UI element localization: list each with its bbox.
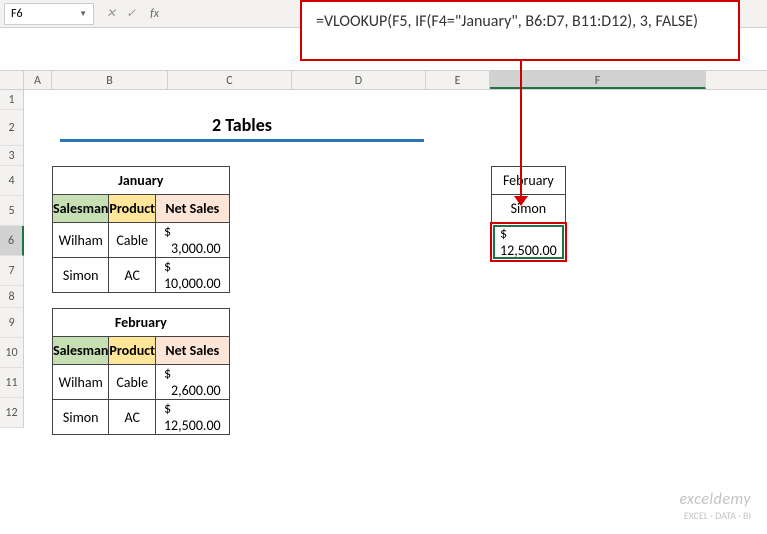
cell-salesman[interactable]: Simon	[53, 400, 109, 435]
cell-netsales[interactable]: $3,000.00	[155, 223, 229, 258]
row-header-5[interactable]: 5	[0, 196, 24, 226]
col-salesman: Salesman	[53, 195, 109, 223]
chevron-down-icon[interactable]: ▼	[79, 9, 87, 19]
cell-product[interactable]: AC	[109, 400, 156, 435]
row-headers: 123456789101112	[0, 90, 24, 428]
cell-netsales[interactable]: $2,600.00	[155, 365, 229, 400]
lookup-panel: February Simon $12,500.00	[490, 166, 567, 262]
cell-product[interactable]: Cable	[109, 223, 156, 258]
name-box[interactable]: F6 ▼	[4, 3, 94, 25]
formula-text: =VLOOKUP(F5, IF(F4="January", B6:D7, B11…	[316, 12, 698, 31]
col-netsales: Net Sales	[155, 195, 229, 223]
cell-salesman[interactable]: Simon	[53, 258, 109, 293]
name-box-value: F6	[11, 7, 23, 21]
row-header-4[interactable]: 4	[0, 166, 24, 196]
table-row: Simon AC $10,000.00	[53, 258, 230, 293]
table-row: Wilham Cable $2,600.00	[53, 365, 230, 400]
col-header-C[interactable]: C	[168, 71, 292, 89]
row-header-11[interactable]: 11	[0, 368, 24, 398]
row-header-7[interactable]: 7	[0, 256, 24, 286]
cell-salesman[interactable]: Wilham	[53, 223, 109, 258]
row-header-6[interactable]: 6	[0, 226, 24, 256]
cell-netsales[interactable]: $10,000.00	[155, 258, 229, 293]
watermark: exceldemy EXCEL · DATA · BI	[679, 490, 751, 522]
col-header-A[interactable]: A	[24, 71, 52, 89]
table-january: January Salesman Product Net Sales Wilha…	[52, 166, 230, 293]
watermark-brand: exceldemy	[679, 490, 751, 509]
row-header-1[interactable]: 1	[0, 90, 24, 110]
table-month-header: February	[53, 309, 230, 337]
enter-icon[interactable]: ✓	[126, 6, 136, 21]
col-header-E[interactable]: E	[426, 71, 490, 89]
formula-bar-icons: ✕ ✓ fx	[94, 6, 171, 21]
row-header-3[interactable]: 3	[0, 146, 24, 166]
cell-netsales[interactable]: $12,500.00	[155, 400, 229, 435]
col-salesman: Salesman	[53, 337, 109, 365]
formula-callout: =VLOOKUP(F5, IF(F4="January", B6:D7, B11…	[300, 0, 740, 61]
col-header-B[interactable]: B	[52, 71, 168, 89]
row-header-12[interactable]: 12	[0, 398, 24, 428]
table-february: February Salesman Product Net Sales Wilh…	[52, 308, 230, 435]
callout-arrow-icon	[514, 196, 528, 206]
select-all-corner[interactable]	[0, 71, 24, 89]
lookup-month[interactable]: February	[491, 167, 566, 195]
col-header-F[interactable]: F	[490, 71, 706, 89]
watermark-tag: EXCEL · DATA · BI	[679, 509, 751, 522]
cell-salesman[interactable]: Wilham	[53, 365, 109, 400]
table-month-header: January	[53, 167, 230, 195]
col-header-D[interactable]: D	[292, 71, 426, 89]
row-header-10[interactable]: 10	[0, 338, 24, 368]
cancel-icon[interactable]: ✕	[106, 6, 116, 21]
cell-product[interactable]: AC	[109, 258, 156, 293]
row-header-8[interactable]: 8	[0, 286, 24, 308]
lookup-name[interactable]: Simon	[491, 195, 566, 223]
row-header-2[interactable]: 2	[0, 110, 24, 146]
row-header-9[interactable]: 9	[0, 308, 24, 338]
fx-icon[interactable]: fx	[150, 7, 159, 21]
col-product: Product	[109, 195, 156, 223]
page-title: 2 Tables	[60, 114, 424, 142]
table-row: Wilham Cable $3,000.00	[53, 223, 230, 258]
col-product: Product	[109, 337, 156, 365]
callout-connector	[520, 56, 522, 201]
cell-product[interactable]: Cable	[109, 365, 156, 400]
lookup-result-cell[interactable]: $12,500.00	[491, 223, 566, 261]
grid: ABCDEF 123456789101112 2 Tables January …	[0, 70, 767, 534]
col-netsales: Net Sales	[155, 337, 229, 365]
table-row: Simon AC $12,500.00	[53, 400, 230, 435]
column-headers: ABCDEF	[0, 70, 767, 90]
